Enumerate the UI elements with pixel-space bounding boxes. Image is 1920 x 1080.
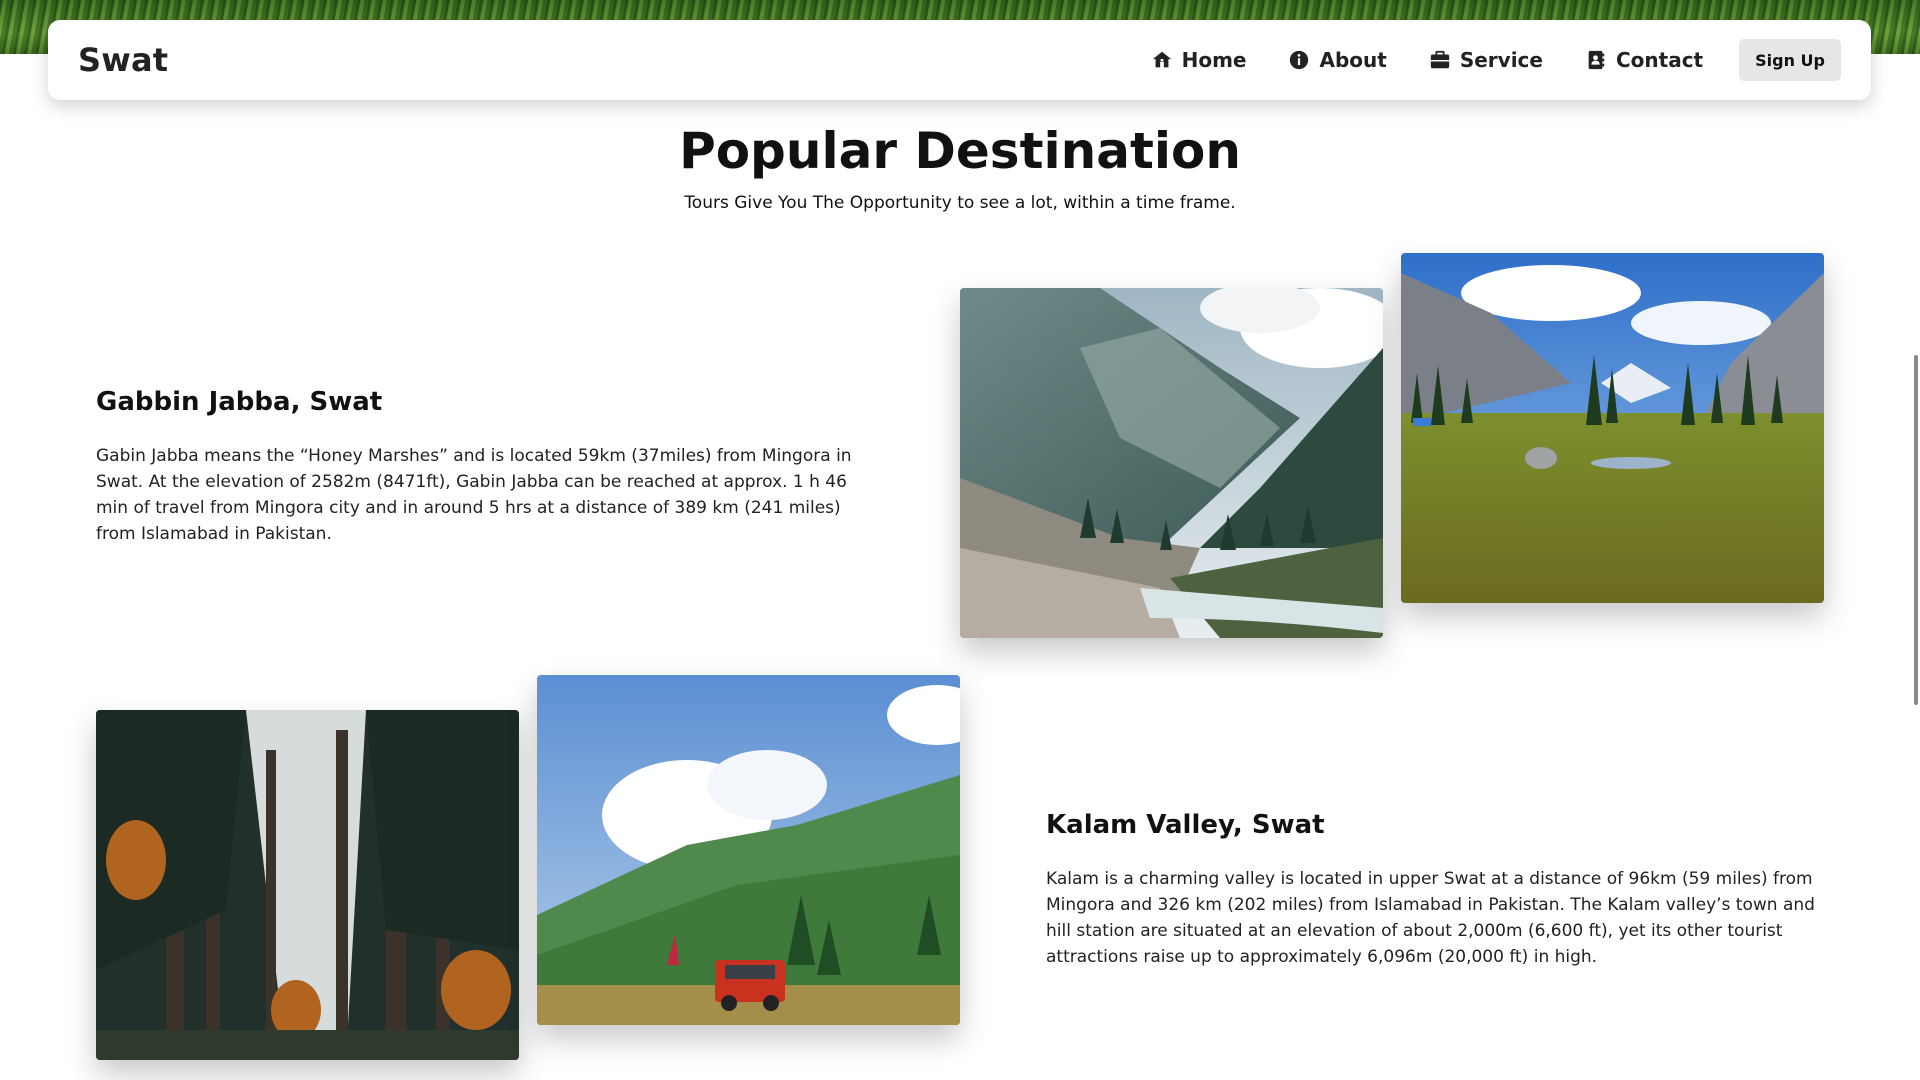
destination-title: Kalam Valley, Swat <box>1046 810 1325 840</box>
nav-service[interactable]: Service <box>1429 48 1543 72</box>
page-scrollbar[interactable] <box>1908 0 1920 1080</box>
nav-about[interactable]: About <box>1288 48 1387 72</box>
site-logo[interactable]: Swat <box>78 41 168 79</box>
destination-description: Kalam is a charming valley is located in… <box>1046 869 1815 967</box>
destination-card-gabbin-jabba: Gabbin Jabba, Swat Gabin Jabba means the… <box>96 387 866 547</box>
alpine-meadow-photo <box>1401 253 1824 603</box>
main-nav: Home About Service Contact Sign Up <box>1109 39 1841 81</box>
destination-description: Gabin Jabba means the “Honey Marshes” an… <box>96 446 852 544</box>
home-icon <box>1151 49 1173 71</box>
jeep-hillside-photo <box>537 675 960 1025</box>
nav-contact[interactable]: Contact <box>1585 48 1703 72</box>
section-subtitle: Tours Give You The Opportunity to see a … <box>684 193 1236 213</box>
contact-book-icon <box>1585 49 1607 71</box>
pine-forest-photo <box>96 710 519 1060</box>
nav-about-label: About <box>1319 48 1387 72</box>
mountain-valley-river-photo <box>960 288 1383 638</box>
destination-card-kalam-valley: Kalam Valley, Swat Kalam is a charming v… <box>1046 810 1826 970</box>
signup-button[interactable]: Sign Up <box>1739 39 1841 81</box>
nav-home[interactable]: Home <box>1151 48 1247 72</box>
scrollbar-thumb[interactable] <box>1914 355 1918 705</box>
info-icon <box>1288 49 1310 71</box>
navbar: Swat Home About Service Contact Sign Up <box>48 20 1871 100</box>
nav-contact-label: Contact <box>1615 48 1704 72</box>
briefcase-icon <box>1429 49 1451 71</box>
section-title: Popular Destination <box>679 122 1241 180</box>
nav-home-label: Home <box>1181 48 1247 72</box>
destination-title: Gabbin Jabba, Swat <box>96 387 383 417</box>
nav-service-label: Service <box>1459 48 1543 72</box>
